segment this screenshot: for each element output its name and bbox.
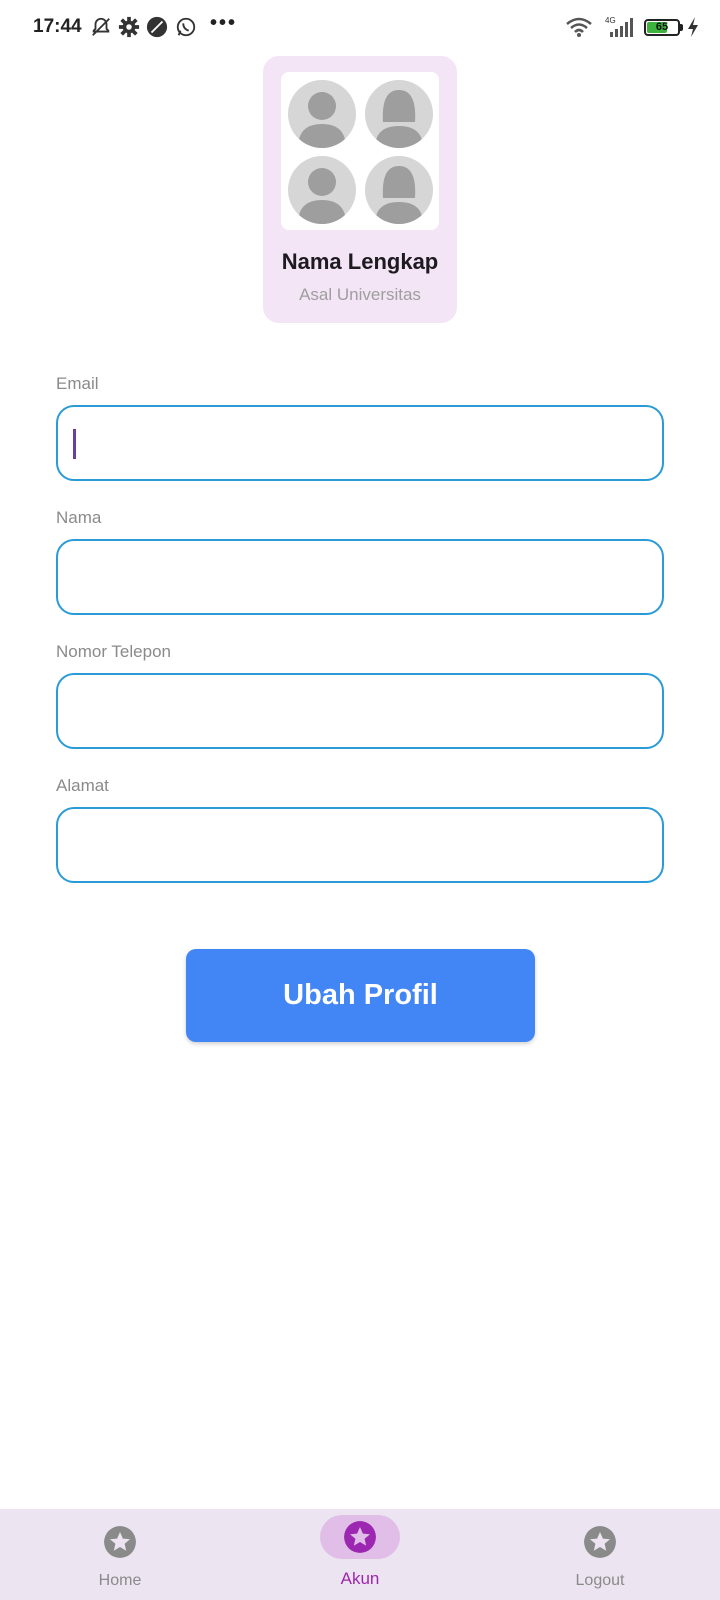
leaf-app-icon xyxy=(146,16,168,38)
gear-icon xyxy=(118,16,140,38)
female-avatar-icon xyxy=(365,80,433,148)
nomor-telepon-input[interactable] xyxy=(58,675,662,747)
whatsapp-icon xyxy=(176,17,196,37)
male-avatar-icon xyxy=(288,80,356,148)
profile-university: Asal Universitas xyxy=(299,285,421,304)
nama-input[interactable] xyxy=(58,541,662,613)
ubah-profil-button[interactable]: Ubah Profil xyxy=(186,949,535,1042)
nav-item-home[interactable]: Home xyxy=(0,1509,240,1600)
group-avatar-icon xyxy=(281,72,439,230)
nav-label-home: Home xyxy=(98,1572,142,1589)
battery-icon: 65 xyxy=(644,19,680,36)
charging-icon xyxy=(688,17,698,37)
cell-signal-icon xyxy=(610,18,633,37)
mute-icon xyxy=(92,17,110,36)
star-icon xyxy=(344,1521,376,1553)
more-dots-icon: ••• xyxy=(210,12,238,34)
nama-field[interactable] xyxy=(56,539,664,615)
nav-item-logout[interactable]: Logout xyxy=(480,1509,720,1600)
bottom-nav: Home Akun Logout xyxy=(0,1509,720,1600)
nama-label: Nama xyxy=(56,508,102,527)
wifi-icon xyxy=(566,17,592,37)
profile-card xyxy=(263,56,457,323)
nav-label-logout: Logout xyxy=(575,1572,625,1589)
nomor-telepon-field[interactable] xyxy=(56,673,664,749)
email-field[interactable] xyxy=(56,405,664,481)
text-cursor xyxy=(73,429,76,459)
male-avatar-icon xyxy=(288,156,356,224)
nomor-telepon-label: Nomor Telepon xyxy=(56,642,171,661)
alamat-label: Alamat xyxy=(56,776,109,795)
star-icon xyxy=(104,1526,136,1558)
profile-name: Nama Lengkap xyxy=(281,249,439,274)
battery-level: 65 xyxy=(655,21,669,33)
status-time: 17:44 xyxy=(33,16,82,37)
email-input[interactable] xyxy=(58,407,662,479)
alamat-field[interactable] xyxy=(56,807,664,883)
nav-label-akun: Akun xyxy=(340,1569,380,1588)
email-label: Email xyxy=(56,374,99,393)
female-avatar-icon xyxy=(365,156,433,224)
alamat-input[interactable] xyxy=(58,809,662,881)
nav-item-akun[interactable]: Akun xyxy=(240,1509,480,1600)
star-icon xyxy=(584,1526,616,1558)
status-bar: 17:44 ••• 4G 65 xyxy=(0,0,720,56)
